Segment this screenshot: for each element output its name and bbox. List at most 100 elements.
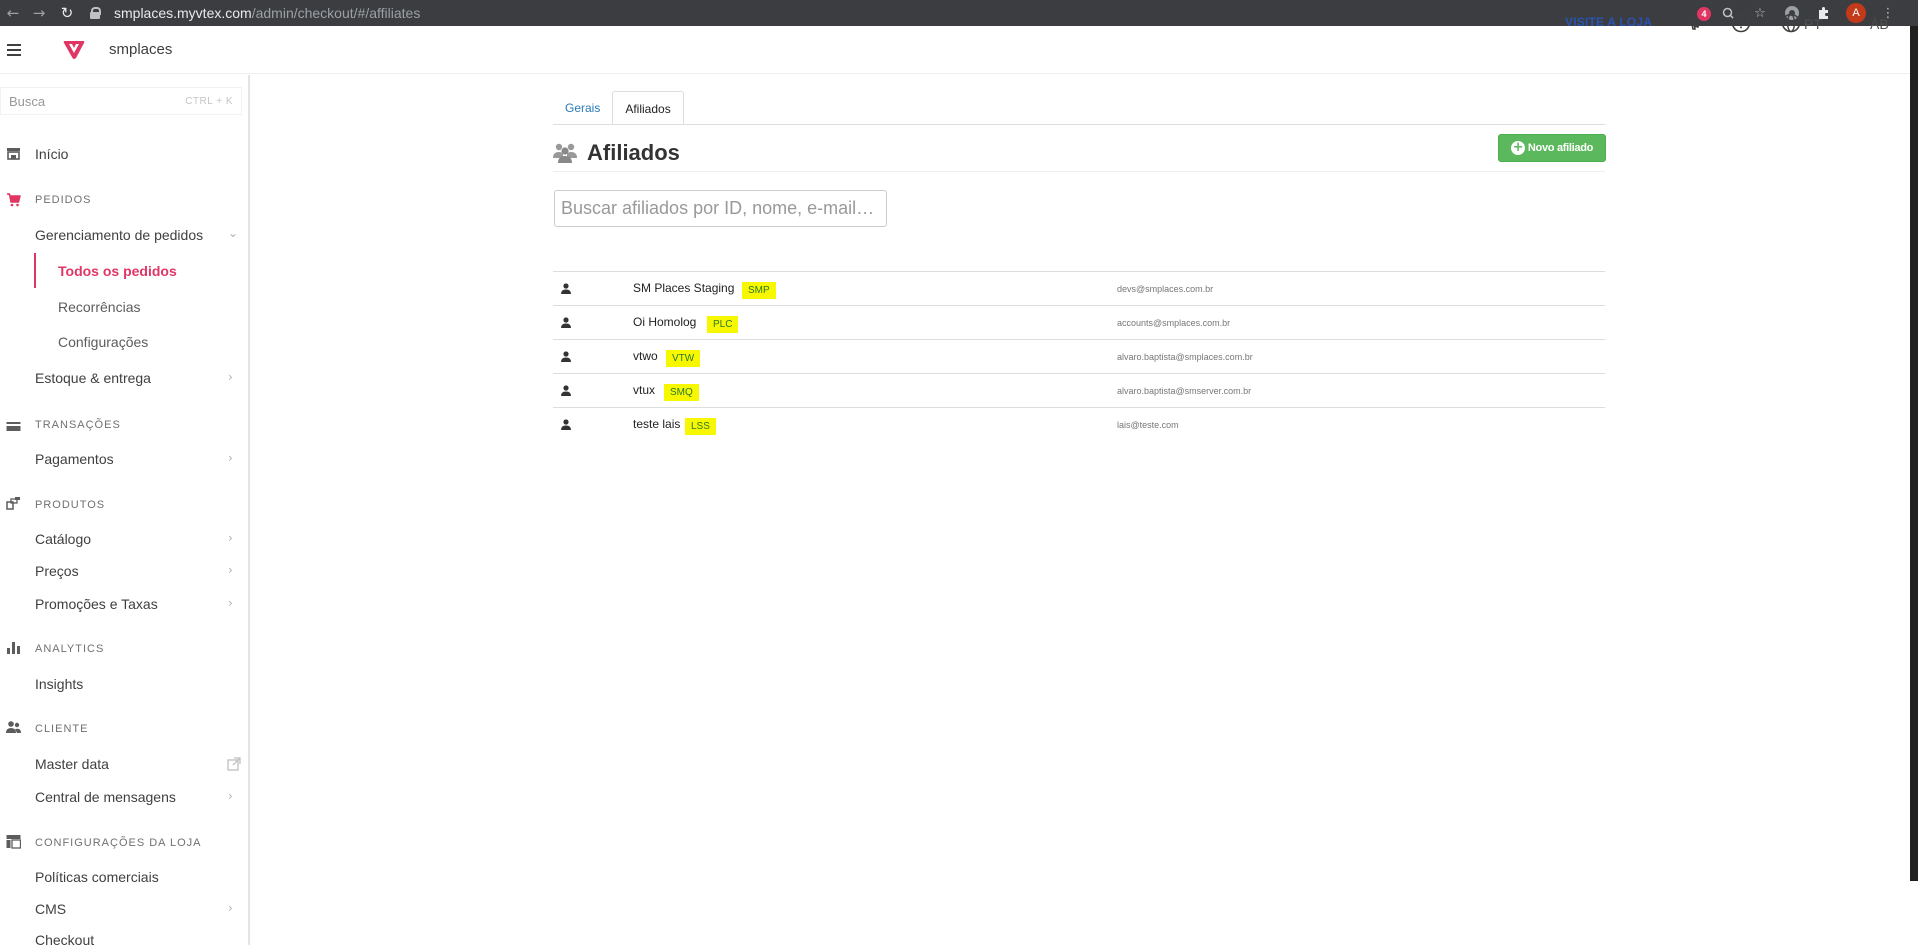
section-header-produtos: PRODUTOS <box>35 499 106 511</box>
affiliate-name: vtux <box>633 383 656 397</box>
table-row[interactable]: teste lais LSS lais@teste.com <box>553 407 1605 441</box>
layout-icon <box>6 835 21 849</box>
affiliate-email: lais@teste.com <box>1117 420 1179 430</box>
table-row[interactable]: SM Places Staging SMP devs@smplaces.com.… <box>553 271 1605 305</box>
tab-gerais[interactable]: Gerais <box>553 91 612 125</box>
table-row[interactable]: vtwo VTW alvaro.baptista@smplaces.com.br <box>553 339 1605 373</box>
address-bar[interactable]: smplaces.myvtex.com/admin/checkout/#/aff… <box>90 5 420 21</box>
section-header-cliente: CLIENTE <box>35 723 89 735</box>
hamburger-menu-icon[interactable] <box>7 43 21 56</box>
reload-icon[interactable]: ↻ <box>54 0 80 26</box>
user-icon <box>561 385 571 396</box>
chevron-right-icon[interactable]: › <box>228 370 233 384</box>
affiliate-name: SM Places Staging <box>633 281 735 295</box>
help-icon[interactable] <box>1731 13 1751 33</box>
plus-circle-icon: + <box>1510 140 1525 155</box>
sidebar-item-inicio[interactable]: Início <box>35 146 68 162</box>
user-icon <box>561 351 571 362</box>
search-shortcut-hint: CTRL + K <box>185 95 233 107</box>
tab-bar: Gerais Afiliados <box>553 91 684 125</box>
lock-icon <box>90 7 101 19</box>
affiliate-code: PLC <box>707 316 739 333</box>
back-arrow-icon[interactable]: ← <box>0 0 26 26</box>
globe-icon[interactable] <box>1781 13 1801 33</box>
page-title: Afiliados <box>553 140 680 166</box>
user-icon <box>561 317 571 328</box>
admin-header: smplaces <box>0 26 1910 74</box>
chevron-right-icon[interactable]: › <box>228 451 233 465</box>
store-icon <box>7 148 20 160</box>
chevron-down-icon[interactable]: ⌄ <box>228 226 238 240</box>
sidebar-item-todos-pedidos[interactable]: Todos os pedidos <box>58 263 177 279</box>
sidebar-item-politicas[interactable]: Políticas comerciais <box>35 869 159 885</box>
sidebar-item-catalogo[interactable]: Catálogo <box>35 531 91 547</box>
sidebar-item-gerenciamento[interactable]: Gerenciamento de pedidos <box>35 227 203 243</box>
section-header-transacoes: TRANSAÇÕES <box>35 419 121 431</box>
affiliate-email: devs@smplaces.com.br <box>1117 284 1214 294</box>
user-menu[interactable]: ÁB <box>1870 16 1889 32</box>
chevron-right-icon[interactable]: › <box>228 596 233 610</box>
affiliate-name: Oi Homolog <box>633 315 697 329</box>
table-row[interactable]: vtux SMQ alvaro.baptista@smserver.com.br <box>553 373 1605 407</box>
table-row[interactable]: Oi Homolog PLC accounts@smplaces.com.br <box>553 305 1605 339</box>
bookmark-star-icon[interactable]: ☆ <box>1750 3 1770 23</box>
sidebar-item-promocoes[interactable]: Promoções e Taxas <box>35 596 158 612</box>
affiliate-email: alvaro.baptista@smplaces.com.br <box>1117 352 1253 362</box>
chevron-right-icon[interactable]: › <box>228 563 233 577</box>
profile-avatar[interactable]: A <box>1846 3 1866 23</box>
window-edge <box>1910 26 1918 881</box>
notification-badge: 4 <box>1697 7 1711 21</box>
bar-chart-icon <box>7 642 20 654</box>
sidebar-item-recorrencias[interactable]: Recorrências <box>58 299 140 315</box>
active-indicator <box>34 253 36 288</box>
section-header-analytics: ANALYTICS <box>35 643 105 655</box>
affiliate-name: vtwo <box>633 349 658 363</box>
sidebar: Busca CTRL + K Início PEDIDOS Gerenciame… <box>0 75 250 948</box>
url-host: smplaces.myvtex.com <box>114 5 252 21</box>
page-title-text: Afiliados <box>587 140 680 165</box>
sidebar-item-master-data[interactable]: Master data <box>35 756 109 772</box>
forward-arrow-icon[interactable]: → <box>26 0 52 26</box>
affiliate-email: accounts@smplaces.com.br <box>1117 318 1231 328</box>
affiliate-code: VTW <box>666 350 701 367</box>
section-header-pedidos: PEDIDOS <box>35 194 92 206</box>
sidebar-item-insights[interactable]: Insights <box>35 676 83 692</box>
affiliate-code: SMQ <box>664 384 699 401</box>
url-path: /admin/checkout/#/affiliates <box>251 5 421 21</box>
sidebar-item-central-mensagens[interactable]: Central de mensagens <box>35 789 176 805</box>
sidebar-search-placeholder: Busca <box>9 93 46 109</box>
user-icon <box>561 419 571 430</box>
group-icon <box>553 143 577 163</box>
store-name: smplaces <box>109 41 173 58</box>
affiliates-table: SM Places Staging SMP devs@smplaces.com.… <box>553 271 1605 441</box>
new-affiliate-button[interactable]: + Novo afiliado <box>1498 134 1606 162</box>
credit-card-icon <box>6 422 21 431</box>
title-divider <box>553 171 1605 172</box>
user-icon <box>561 283 571 294</box>
chevron-right-icon[interactable]: › <box>228 531 233 545</box>
new-affiliate-label: Novo afiliado <box>1527 142 1594 154</box>
section-header-configuracoes-loja: CONFIGURAÇÕES DA LOJA <box>35 837 202 849</box>
products-icon <box>6 497 20 510</box>
cart-icon <box>7 193 21 207</box>
visit-store-link[interactable]: VISITE A LOJA <box>1565 15 1652 29</box>
chevron-right-icon[interactable]: › <box>228 901 233 915</box>
affiliate-search-input[interactable] <box>554 190 887 227</box>
sidebar-search[interactable]: Busca CTRL + K <box>0 87 242 115</box>
affiliate-email: alvaro.baptista@smserver.com.br <box>1117 386 1252 396</box>
affiliate-code: SMP <box>742 282 776 299</box>
vtex-logo <box>63 40 85 59</box>
affiliate-code: LSS <box>685 418 716 435</box>
sidebar-item-pagamentos[interactable]: Pagamentos <box>35 451 114 467</box>
sidebar-item-precos[interactable]: Preços <box>35 563 79 579</box>
sidebar-item-configuracoes[interactable]: Configurações <box>58 334 148 350</box>
sidebar-item-checkout[interactable]: Checkout <box>35 932 94 948</box>
tab-afiliados[interactable]: Afiliados <box>612 91 684 125</box>
affiliate-name: teste lais <box>633 417 681 431</box>
users-icon <box>6 721 21 733</box>
external-link-icon[interactable] <box>227 757 241 771</box>
chevron-right-icon[interactable]: › <box>228 789 233 803</box>
sidebar-item-estoque[interactable]: Estoque & entrega <box>35 370 151 386</box>
language-selector[interactable]: PT <box>1804 16 1822 32</box>
sidebar-item-cms[interactable]: CMS <box>35 901 66 917</box>
